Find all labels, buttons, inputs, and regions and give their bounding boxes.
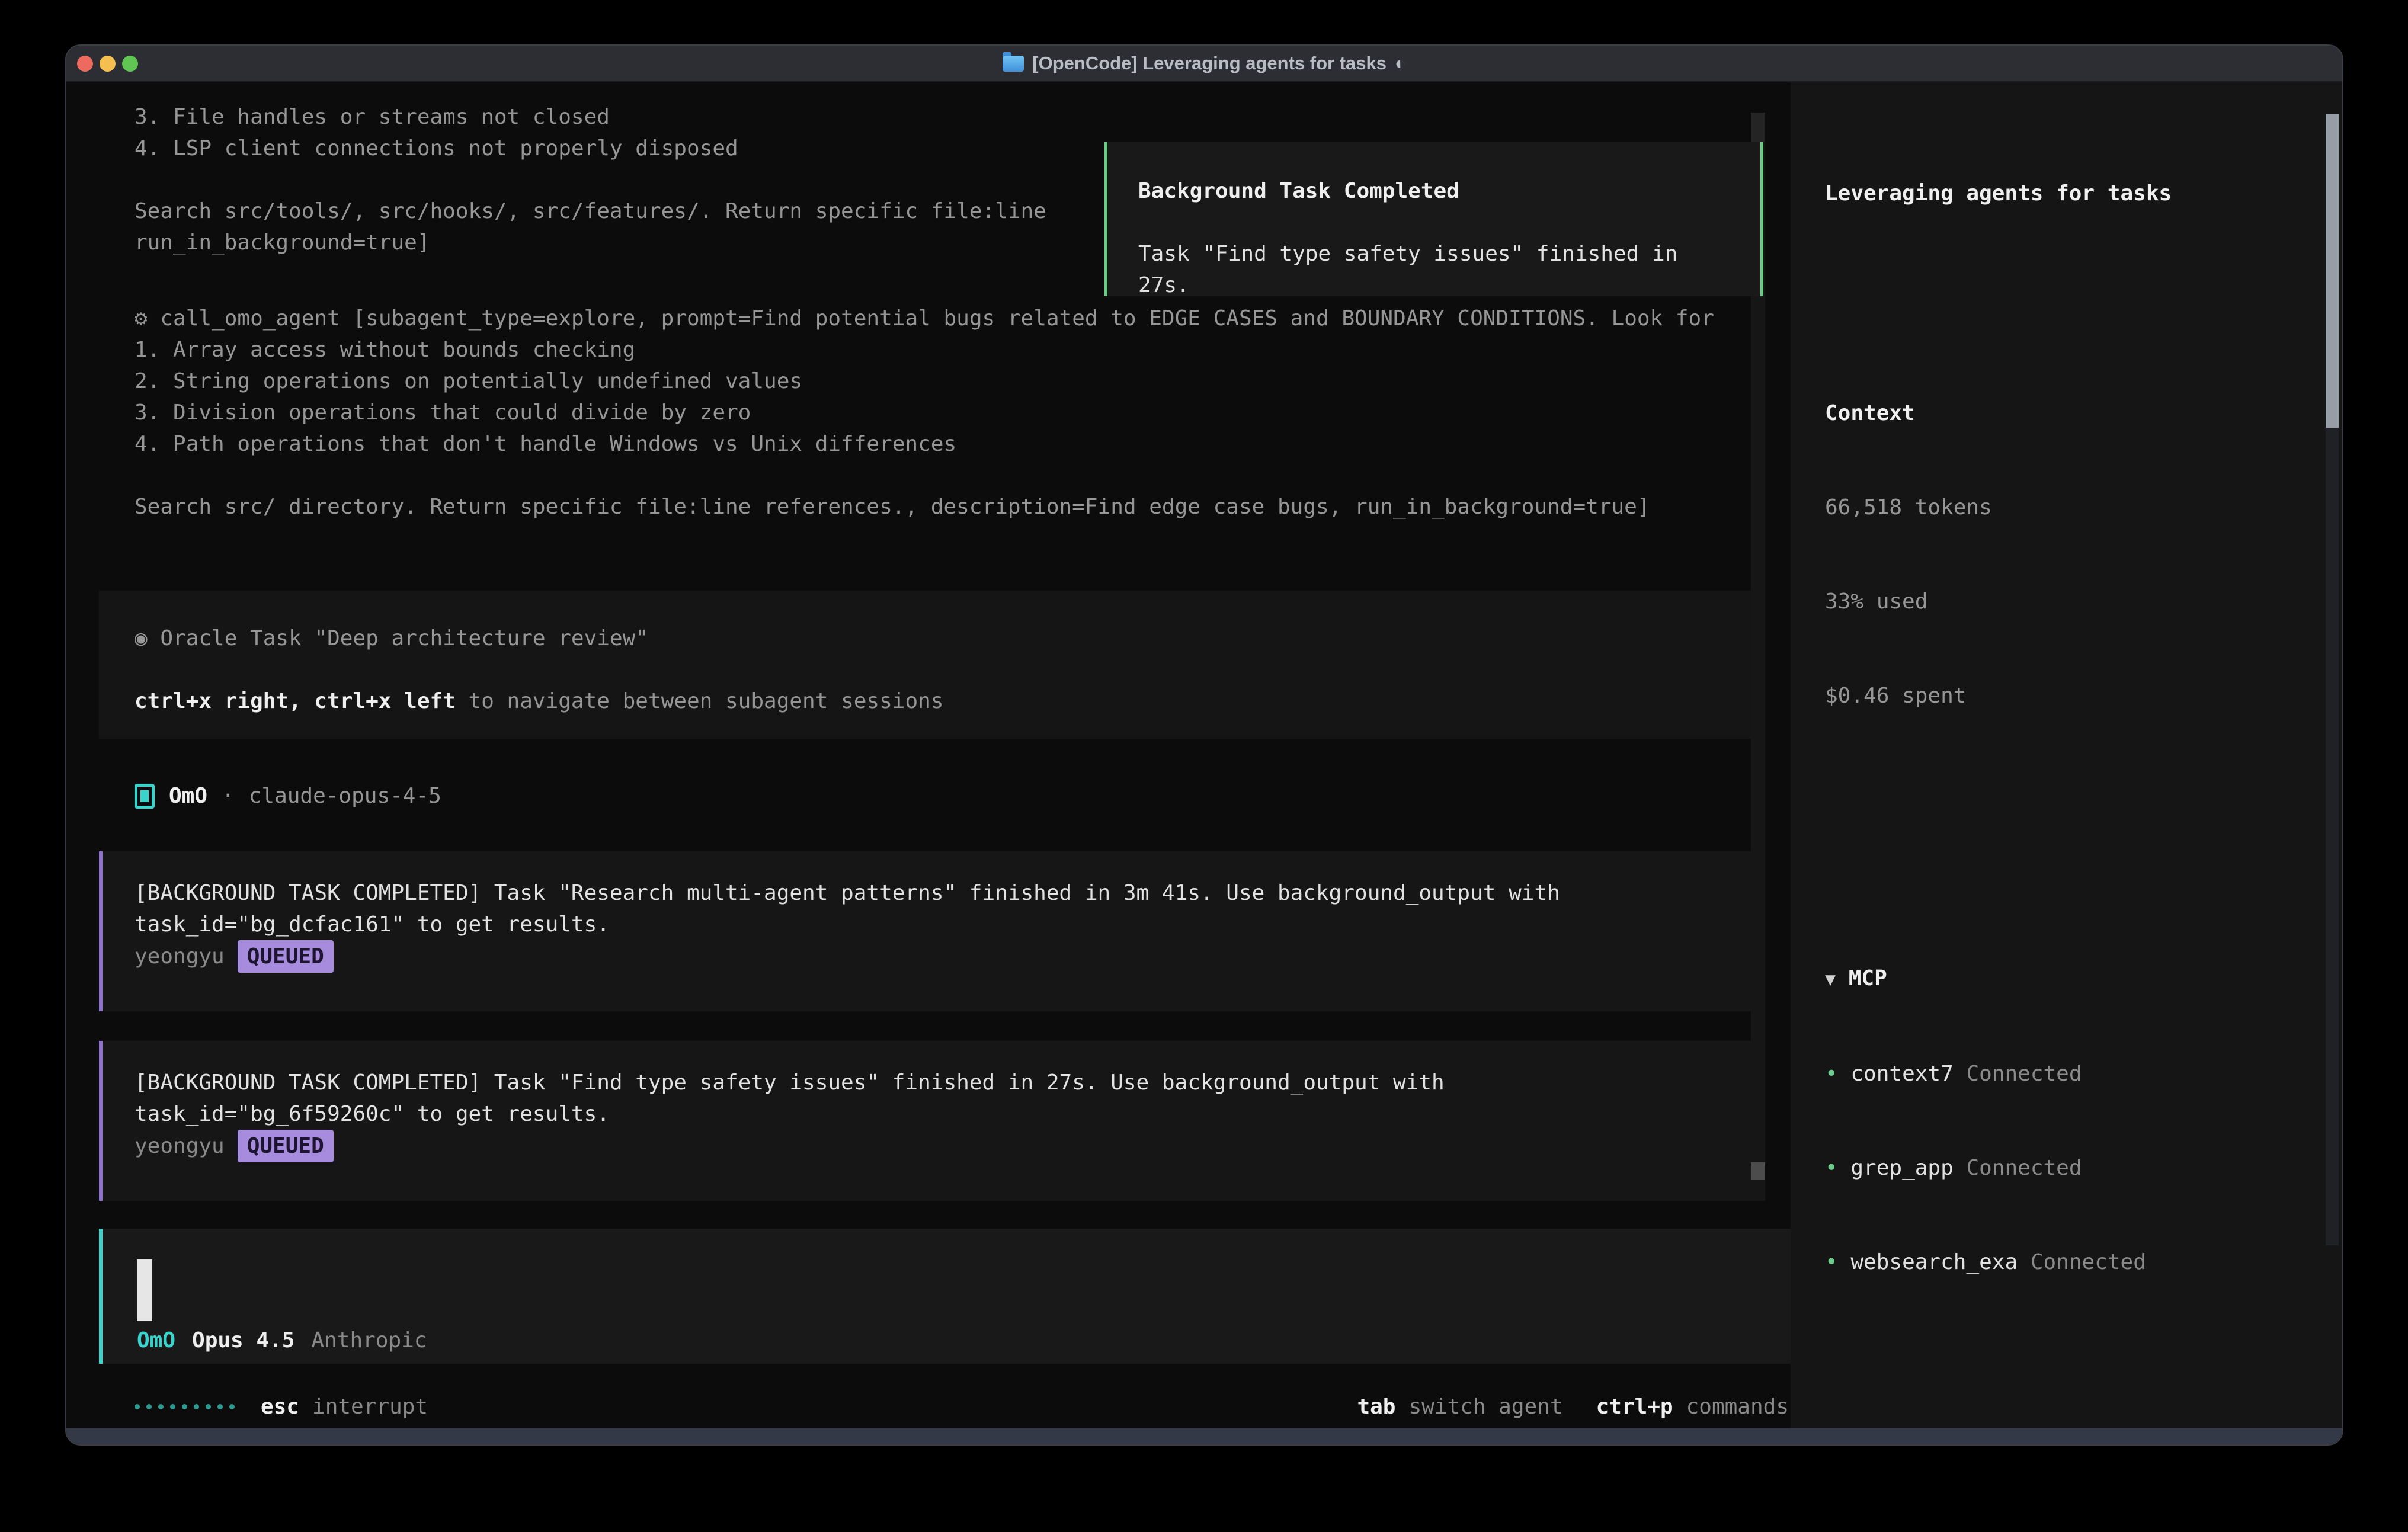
- window-bottom-edge: [66, 1428, 2342, 1444]
- tool-call-text: call_omo_agent [subagent_type=explore, p…: [160, 306, 1714, 331]
- status-left: esc interrupt: [135, 1391, 428, 1422]
- oracle-task-box: ◉ Oracle Task "Deep architecture review"…: [99, 591, 1765, 739]
- chat-scrollbar-thumb-top[interactable]: [1751, 113, 1765, 142]
- sidebar: Leveraging agents for tasks Context 66,5…: [1791, 82, 2343, 1431]
- zoom-button[interactable]: [122, 56, 138, 72]
- context-heading: Context: [1825, 398, 2303, 429]
- agent-name: OmO: [169, 780, 207, 812]
- gear-icon: ⚙: [135, 306, 148, 331]
- traffic-lights: [77, 56, 138, 72]
- status-dot-icon: •: [1825, 1062, 1838, 1086]
- tool-call-line: ⚙ call_omo_agent [subagent_type=explore,…: [135, 303, 1714, 334]
- status-dot-icon: •: [1825, 1250, 1838, 1274]
- message-line: [BACKGROUND TASK COMPLETED] Task "Find t…: [135, 1067, 1733, 1098]
- folder-icon: [1003, 56, 1024, 72]
- status-badge: QUEUED: [238, 1130, 334, 1162]
- message-line: [BACKGROUND TASK COMPLETED] Task "Resear…: [135, 877, 1733, 909]
- message-meta: yeongyu QUEUED: [135, 1130, 1733, 1162]
- message-box: [BACKGROUND TASK COMPLETED] Task "Resear…: [99, 851, 1765, 1011]
- message-line: task_id="bg_6f59260c" to get results.: [135, 1098, 1733, 1130]
- chat-scrollbar-thumb[interactable]: [1751, 1162, 1765, 1180]
- chat-text-block: 3. File handles or streams not closed 4.…: [135, 101, 1046, 258]
- tab-key: tab: [1357, 1391, 1395, 1422]
- background-task-toast: Background Task Completed Task "Find typ…: [1104, 142, 1763, 296]
- message-box: [BACKGROUND TASK COMPLETED] Task "Find t…: [99, 1041, 1765, 1201]
- close-button[interactable]: [77, 56, 93, 72]
- sidebar-scrollbar[interactable]: [2326, 114, 2339, 1245]
- active-agent: OmO: [137, 1325, 175, 1356]
- spinner-dots-icon: [135, 1404, 235, 1409]
- model-provider: Anthropic: [311, 1325, 427, 1356]
- tool-call-item: 3. Division operations that could divide…: [135, 397, 1714, 428]
- active-model: Opus 4.5: [192, 1325, 294, 1356]
- ctrlp-key: ctrl+p: [1596, 1391, 1673, 1422]
- mcp-item: • websearch_exa Connected: [1825, 1246, 2303, 1278]
- message-meta: yeongyu QUEUED: [135, 940, 1733, 973]
- agent-model: claude-opus-4-5: [249, 780, 441, 812]
- context-tokens: 66,518 tokens: [1825, 492, 2303, 523]
- author-name: yeongyu: [135, 1134, 225, 1158]
- context-spent: $0.46 spent: [1825, 680, 2303, 711]
- prompt-input[interactable]: OmO Opus 4.5 Anthropic: [99, 1229, 1791, 1364]
- session-progress-icon: ◐: [1395, 53, 1406, 74]
- status-bar: esc interrupt tab switch agent ctrl+p co…: [135, 1391, 1789, 1422]
- oracle-task-hint: ctrl+x right, ctrl+x left to navigate be…: [135, 685, 1730, 717]
- agent-icon: [135, 784, 155, 809]
- message-line: task_id="bg_dcfac161" to get results.: [135, 909, 1733, 940]
- oracle-task-title: ◉ Oracle Task "Deep architecture review": [135, 623, 1730, 654]
- window-title-text: [OpenCode] Leveraging agents for tasks: [1032, 53, 1386, 74]
- esc-key: esc: [261, 1391, 299, 1422]
- chat-line: 3. File handles or streams not closed: [135, 101, 1046, 133]
- chat-line: Search src/tools/, src/hooks/, src/featu…: [135, 195, 1046, 227]
- sidebar-scrollbar-thumb[interactable]: [2326, 114, 2339, 428]
- tool-call-item: 1. Array access without bounds checking: [135, 334, 1714, 366]
- status-dot-icon: •: [1825, 1156, 1838, 1180]
- record-icon: ◉: [135, 626, 148, 650]
- chat-line: 4. LSP client connections not properly d…: [135, 133, 1046, 164]
- tool-call-item: 4. Path operations that don't handle Win…: [135, 428, 1714, 460]
- title-bar: [OpenCode] Leveraging agents for tasks ◐: [66, 46, 2342, 82]
- context-section: Context 66,518 tokens 33% used $0.46 spe…: [1825, 335, 2303, 774]
- author-name: yeongyu: [135, 944, 225, 969]
- context-used: 33% used: [1825, 586, 2303, 617]
- chat-line: run_in_background=true]: [135, 227, 1046, 258]
- ctrlp-label: commands: [1686, 1391, 1789, 1422]
- mcp-section-header[interactable]: ▼ MCP: [1825, 963, 2303, 995]
- model-row: OmO Opus 4.5 Anthropic: [137, 1325, 427, 1356]
- esc-label: interrupt: [312, 1391, 428, 1422]
- mcp-item: • grep_app Connected: [1825, 1152, 2303, 1184]
- text-cursor: [137, 1259, 152, 1321]
- toast-body: Task "Find type safety issues" finished …: [1138, 238, 1730, 301]
- status-badge: QUEUED: [238, 940, 334, 973]
- toast-title: Background Task Completed: [1138, 175, 1730, 207]
- status-right: tab switch agent ctrl+p commands: [1357, 1391, 1789, 1422]
- tool-call-line: Search src/ directory. Return specific f…: [135, 491, 1714, 523]
- session-title: Leveraging agents for tasks: [1825, 178, 2303, 209]
- app-window: [OpenCode] Leveraging agents for tasks ◐…: [65, 44, 2343, 1446]
- shortcut-keys: ctrl+x right, ctrl+x left: [135, 689, 456, 713]
- mcp-item: • context7 Connected: [1825, 1058, 2303, 1089]
- agent-header: OmO · claude-opus-4-5: [135, 780, 441, 812]
- minimize-button[interactable]: [100, 56, 116, 72]
- separator-dot: ·: [222, 780, 235, 812]
- mcp-section: ▼ MCP • context7 Connected • grep_app Co…: [1825, 900, 2303, 1341]
- tool-call-item: 2. String operations on potentially unde…: [135, 366, 1714, 397]
- tool-call-block: ⚙ call_omo_agent [subagent_type=explore,…: [135, 303, 1714, 523]
- tab-label: switch agent: [1408, 1391, 1562, 1422]
- chevron-down-icon: ▼: [1825, 969, 1836, 990]
- window-title: [OpenCode] Leveraging agents for tasks ◐: [1003, 53, 1405, 74]
